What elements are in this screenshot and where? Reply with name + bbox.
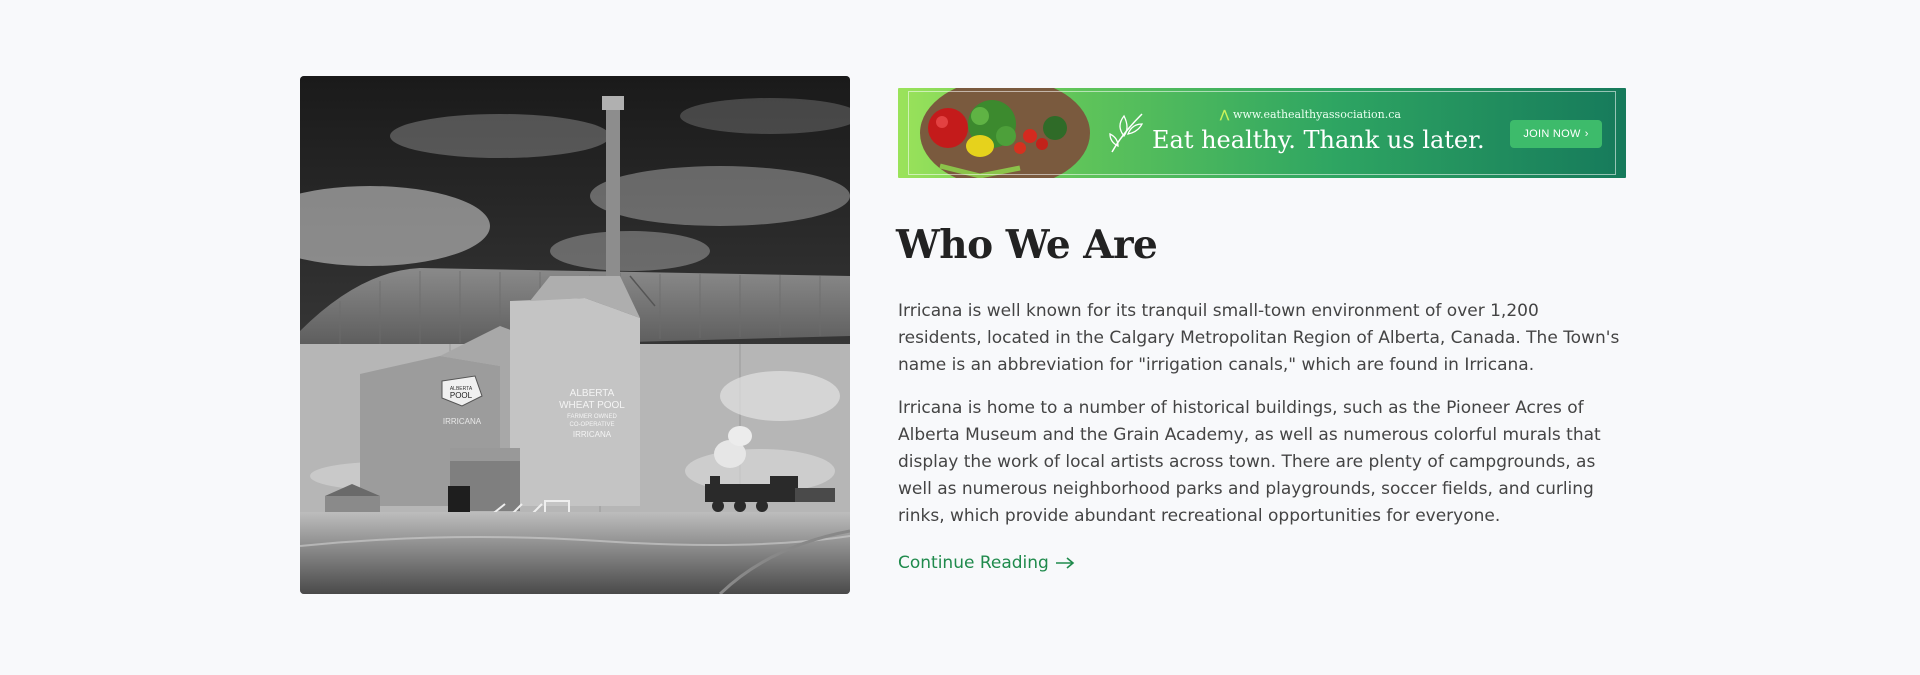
section-title: Who We Are xyxy=(896,222,1158,268)
continue-reading-label: Continue Reading xyxy=(898,553,1049,573)
mural-right-sign-line3: FARMER OWNED xyxy=(567,414,617,420)
arrow-right-icon xyxy=(1055,557,1075,569)
chevron-right-icon: › xyxy=(1584,128,1589,140)
mural-right-sign-line5: IRRICANA xyxy=(573,430,612,439)
mural-right-sign-line2: WHEAT POOL xyxy=(559,400,625,411)
details-paragraph: Irricana is home to a number of historic… xyxy=(898,398,1601,526)
grain-elevator-photo: ALBERTA POOL IRRICANA ALBERTA WHEAT POOL… xyxy=(300,76,850,594)
mural-right-sign-line4: CO-OPERATIVE xyxy=(570,422,615,428)
banner-url-text: www.eathealthyassociation.ca xyxy=(1233,108,1401,121)
intro-paragraph: Irricana is well known for its tranquil … xyxy=(898,301,1620,375)
join-now-label: JOIN NOW xyxy=(1523,128,1581,140)
mural-left-sign-line2: POOL xyxy=(450,391,473,400)
mural-illustration: ALBERTA POOL IRRICANA ALBERTA WHEAT POOL… xyxy=(300,76,850,594)
continue-reading-link[interactable]: Continue Reading xyxy=(898,553,1075,573)
mural-right-sign-line1: ALBERTA xyxy=(570,388,615,399)
sprig-icon xyxy=(1109,113,1144,153)
vegetables-illustration-icon xyxy=(920,88,1090,178)
mural-left-name: IRRICANA xyxy=(443,417,482,426)
banner-url: ⋀ www.eathealthyassociation.ca xyxy=(1220,108,1401,121)
join-now-button[interactable]: JOIN NOW › xyxy=(1510,120,1602,148)
leaf-logo-icon: ⋀ xyxy=(1220,108,1230,121)
eat-healthy-ad-banner[interactable]: ⋀ www.eathealthyassociation.ca Eat health… xyxy=(898,88,1626,178)
banner-slogan: Eat healthy. Thank us later. xyxy=(1152,126,1485,154)
